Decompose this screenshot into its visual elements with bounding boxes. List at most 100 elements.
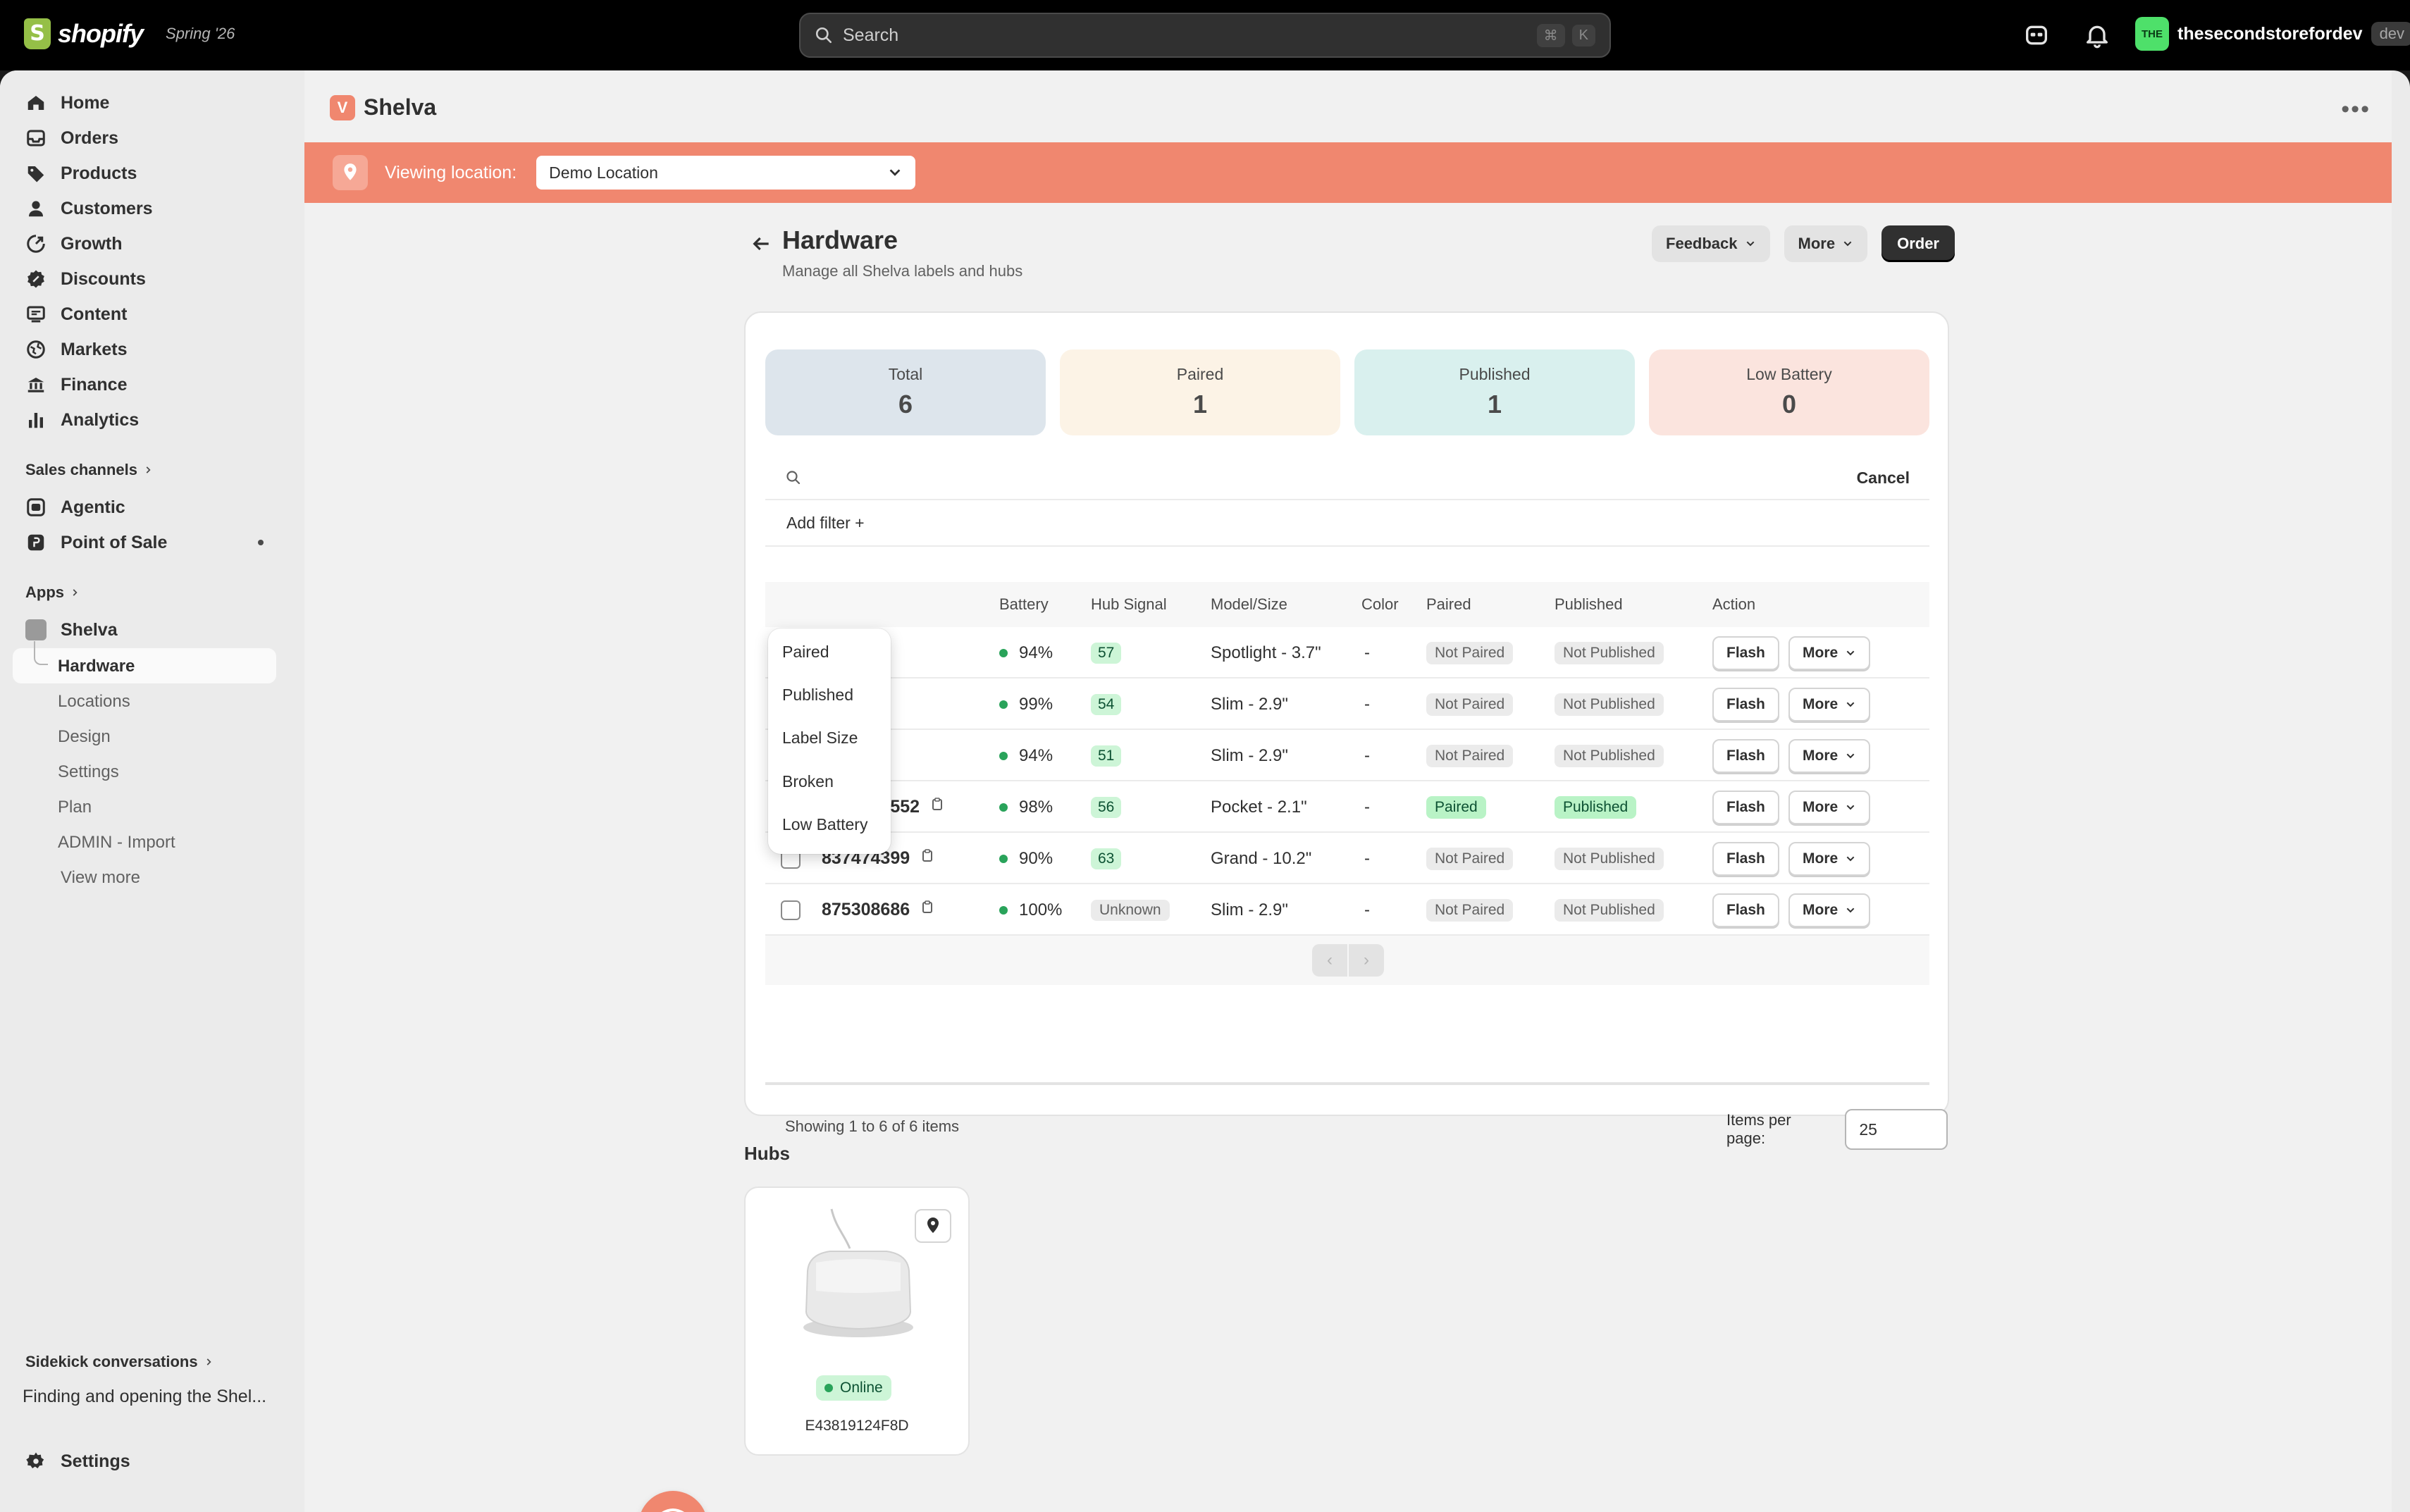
sidebar-subitem-admin-import[interactable]: ADMIN - Import [58, 833, 175, 853]
row-more-button[interactable]: More [1788, 636, 1871, 670]
location-select[interactable]: Demo Location [536, 156, 916, 190]
sidebar-item-analytics[interactable]: Analytics [13, 403, 276, 437]
shelva-assistant-button[interactable] [638, 1491, 707, 1512]
admin-frame: Home Orders Products Customers Growth Di… [0, 70, 2410, 1512]
flash-button[interactable]: Flash [1712, 636, 1779, 670]
labels-card: Total 6 Paired 1 Published 1 Low Battery… [744, 311, 1949, 1150]
table-search-input[interactable] [802, 464, 1857, 492]
pos-icon [27, 534, 44, 551]
flash-button[interactable]: Flash [1712, 841, 1779, 876]
global-search[interactable]: Search ⌘ K [799, 13, 1611, 58]
shopify-logo[interactable]: shopify Spring '26 [24, 18, 235, 49]
growth-icon [27, 235, 45, 253]
row-more-button[interactable]: More [1788, 687, 1871, 721]
more-button[interactable]: More [1784, 225, 1868, 262]
prev-page-button[interactable]: ‹ [1312, 944, 1347, 977]
filter-option-published[interactable]: Published [782, 686, 853, 705]
sidebar-item-finance[interactable]: Finance [13, 368, 276, 402]
flash-button[interactable]: Flash [1712, 687, 1779, 721]
search-icon [786, 471, 801, 485]
column-header-published[interactable]: Published [1555, 595, 1623, 614]
row-more-button[interactable]: More [1788, 738, 1871, 773]
row-more-label: More [1803, 747, 1839, 764]
filter-dropdown: Paired Published Label Size Broken Low B… [768, 628, 891, 854]
filter-option-low-battery[interactable]: Low Battery [782, 815, 867, 834]
color-value: - [1364, 694, 1370, 714]
label-id[interactable]: 875308686 [822, 900, 910, 920]
copy-icon[interactable] [921, 900, 934, 914]
store-switcher[interactable]: THE thesecondstorefordev dev [2135, 17, 2410, 51]
sales-channels-header[interactable]: Sales channels [25, 461, 153, 479]
filter-row: Add filter + [765, 500, 1929, 547]
order-button[interactable]: Order [1881, 225, 1955, 262]
column-header-hub-signal[interactable]: Hub Signal [1091, 595, 1167, 614]
sidebar-item-point-of-sale[interactable]: Point of Sale [13, 526, 276, 559]
home-icon [27, 96, 44, 110]
sidekick-conversations-header[interactable]: Sidekick conversations [25, 1353, 214, 1371]
filter-option-broken[interactable]: Broken [782, 772, 834, 791]
copy-icon[interactable] [921, 848, 934, 862]
next-page-button[interactable]: › [1349, 944, 1384, 977]
column-header-color[interactable]: Color [1361, 595, 1399, 614]
chevron-down-icon [1746, 241, 1754, 247]
sidebar-item-home[interactable]: Home [13, 86, 276, 120]
sales-channels-label: Sales channels [25, 461, 137, 478]
filter-option-paired[interactable]: Paired [782, 643, 829, 662]
row-more-button[interactable]: More [1788, 841, 1871, 876]
more-actions-icon[interactable]: ••• [2341, 96, 2371, 123]
store-tag: dev [2371, 22, 2410, 46]
table-row: 875308686 100% Unknown Slim - 2.9" - Not Pair… [765, 884, 1929, 936]
sidebar-subitem-locations[interactable]: Locations [58, 692, 130, 712]
sidebar-item-growth[interactable]: Growth [13, 227, 276, 261]
cancel-search-button[interactable]: Cancel [1857, 469, 1910, 488]
column-header-model[interactable]: Model/Size [1211, 595, 1287, 614]
flash-button[interactable]: Flash [1712, 790, 1779, 824]
table-row: 837474399 90% 63 Grand - 10.2" - Not Paired No… [765, 833, 1929, 884]
sidebar-item-label: Markets [61, 339, 128, 359]
sidebar-item-markets[interactable]: Markets [13, 333, 276, 366]
bell-icon[interactable] [2083, 21, 2111, 49]
feedback-label: Feedback [1666, 235, 1738, 252]
items-per-page-label: Items per page: [1726, 1111, 1791, 1147]
flash-button[interactable]: Flash [1712, 893, 1779, 927]
sidebar-subitem-plan[interactable]: Plan [58, 798, 92, 817]
location-banner: Viewing location: Demo Location [304, 142, 2392, 203]
sidebar-item-orders[interactable]: Orders [13, 121, 276, 155]
column-header-battery[interactable]: Battery [999, 595, 1049, 614]
items-per-page-input[interactable]: 25 [1845, 1109, 1948, 1150]
sidebar-item-discounts[interactable]: Discounts [13, 262, 276, 296]
sidebar-item-products[interactable]: Products [13, 156, 276, 190]
feedback-button[interactable]: Feedback [1652, 225, 1770, 262]
tag-icon [27, 166, 44, 182]
app-name: Shelva [364, 94, 437, 120]
sidebar-view-more[interactable]: View more [61, 868, 140, 888]
sidebar-item-content[interactable]: Content [13, 297, 276, 331]
row-more-button[interactable]: More [1788, 790, 1871, 824]
row-more-label: More [1803, 901, 1839, 918]
row-checkbox[interactable] [781, 900, 801, 920]
sidebar-item-settings[interactable]: Settings [13, 1444, 276, 1478]
back-arrow-icon[interactable] [750, 233, 772, 255]
copy-icon[interactable] [931, 797, 944, 811]
add-filter-button[interactable]: Add filter + [786, 514, 865, 533]
flash-button[interactable]: Flash [1712, 738, 1779, 773]
hub-card[interactable]: Online E43819124F8D [744, 1186, 970, 1456]
column-header-paired[interactable]: Paired [1426, 595, 1471, 614]
main-content: V Shelva ••• Viewing location: Demo Loca… [304, 70, 2392, 1512]
sidekick-conversation-item[interactable]: Finding and opening the Shel... [23, 1387, 266, 1407]
sidebar-subitem-settings[interactable]: Settings [58, 762, 119, 782]
row-more-button[interactable]: More [1788, 893, 1871, 927]
hub-signal-badge: 51 [1091, 745, 1122, 767]
status-dot-icon [824, 1384, 833, 1392]
sidebar-item-customers[interactable]: Customers [13, 192, 276, 225]
sidebar-subitem-hardware[interactable]: Hardware [58, 657, 135, 676]
tree-connector [34, 641, 48, 665]
sidebar-item-shelva[interactable]: Shelva [13, 613, 276, 647]
apps-header[interactable]: Apps [25, 583, 80, 602]
published-badge: Not Published [1555, 693, 1664, 716]
filter-option-label-size[interactable]: Label Size [782, 729, 858, 748]
person-icon [29, 201, 43, 217]
sidebar-subitem-design[interactable]: Design [58, 727, 111, 747]
sidebar-item-agentic[interactable]: Agentic [13, 490, 276, 524]
sidekick-icon[interactable] [2022, 21, 2051, 49]
